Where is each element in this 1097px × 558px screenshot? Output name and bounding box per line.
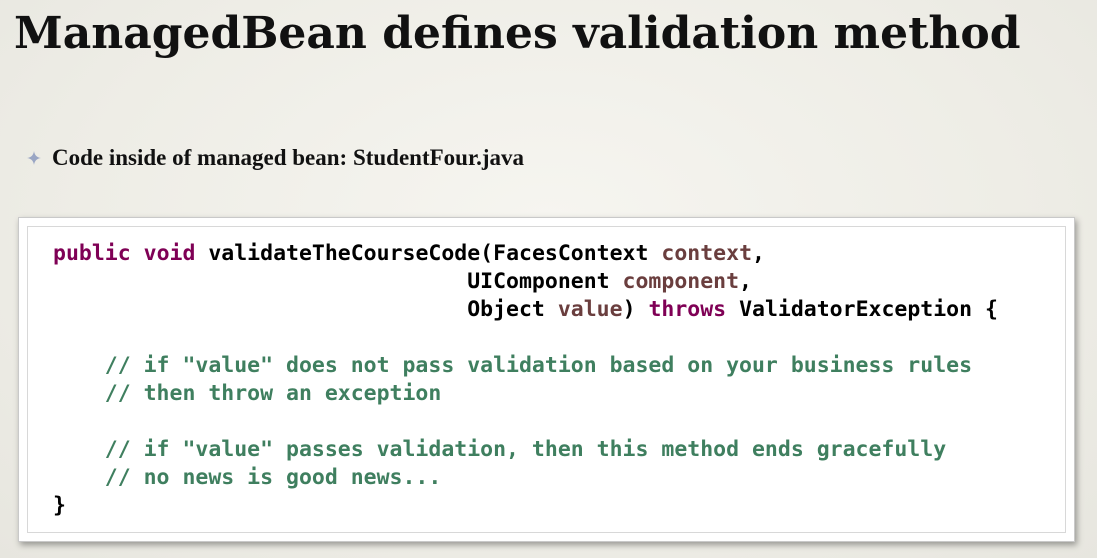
code-keyword: throws bbox=[648, 297, 727, 322]
code-comment: // if "value" does not pass validation b… bbox=[53, 353, 973, 378]
code-line: Object value) throws ValidatorException … bbox=[53, 296, 998, 324]
code-comment: // then throw an exception bbox=[53, 381, 442, 406]
code-text: ValidatorException { bbox=[726, 297, 998, 322]
bullet-text: Code inside of managed bean: StudentFour… bbox=[52, 145, 524, 170]
code-text: , bbox=[739, 269, 752, 294]
code-line: public void validateTheCourseCode(FacesC… bbox=[53, 240, 998, 268]
code-text: UIComponent bbox=[53, 269, 623, 294]
code-parameter: value bbox=[557, 297, 623, 322]
code-keyword: void bbox=[143, 241, 196, 266]
code-parameter: context bbox=[661, 241, 753, 266]
code-line: // then throw an exception bbox=[53, 380, 998, 408]
code-text: Object bbox=[53, 297, 558, 322]
code-parameter: component bbox=[622, 269, 740, 294]
code-text: } bbox=[53, 493, 66, 518]
four-point-star-bullet-icon bbox=[26, 150, 42, 166]
code-text: validateTheCourseCode(FacesContext bbox=[195, 241, 662, 266]
code-line: // if "value" passes validation, then th… bbox=[53, 436, 998, 464]
code-snippet-box: public void validateTheCourseCode(FacesC… bbox=[18, 217, 1075, 542]
code-text: , bbox=[752, 241, 765, 266]
code-comment: // no news is good news... bbox=[53, 465, 442, 490]
code-line: // if "value" does not pass validation b… bbox=[53, 352, 998, 380]
code-line: // no news is good news... bbox=[53, 464, 998, 492]
code-line: UIComponent component, bbox=[53, 268, 998, 296]
code-keyword: public bbox=[53, 241, 131, 266]
slide-title: ManagedBean defines validation method bbox=[14, 8, 1021, 59]
code-block: public void validateTheCourseCode(FacesC… bbox=[53, 240, 998, 520]
bullet-item: Code inside of managed bean: StudentFour… bbox=[26, 143, 524, 173]
code-text: ) bbox=[622, 297, 649, 322]
code-comment: // if "value" passes validation, then th… bbox=[53, 437, 947, 462]
code-line: } bbox=[53, 492, 998, 520]
